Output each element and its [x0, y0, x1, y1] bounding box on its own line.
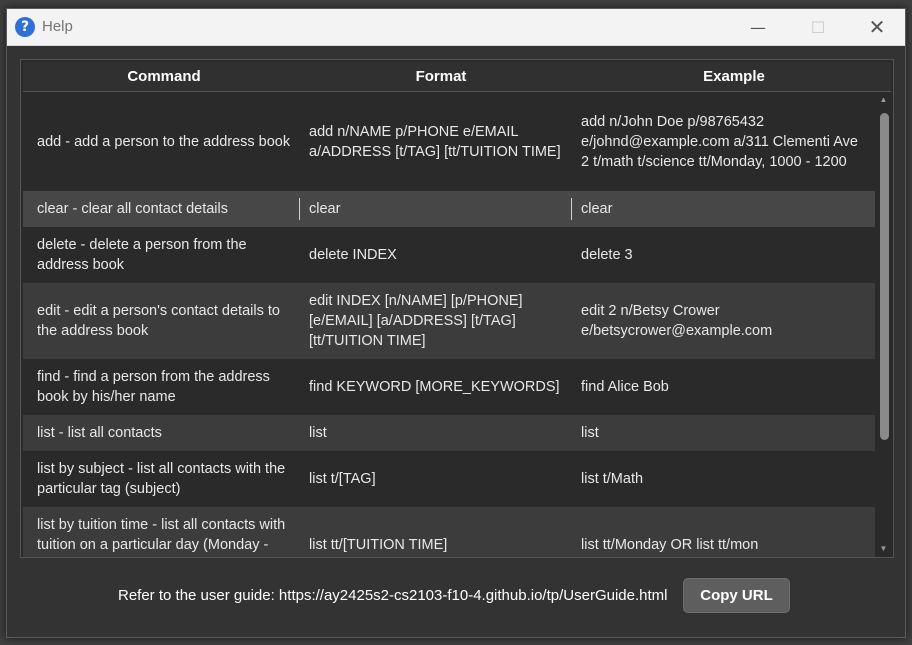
- format-cell: list t/[TAG]: [309, 471, 376, 487]
- format-cell: delete INDEX: [309, 247, 397, 263]
- example-cell: add n/John Doe p/98765432 e/johnd@exampl…: [581, 114, 858, 170]
- table-row[interactable]: edit - edit a person's contact details t…: [23, 283, 875, 359]
- user-guide-text: Refer to the user guide: https://ay2425s…: [118, 587, 668, 604]
- window-title: Help: [42, 18, 73, 35]
- minimize-button[interactable]: —: [729, 9, 787, 46]
- command-table: Command Format Example add - add a perso…: [20, 59, 894, 558]
- format-cell: list tt/[TUITION TIME]: [309, 537, 448, 553]
- format-cell: clear: [309, 201, 341, 217]
- title-bar: ? Help — ☐ ✕: [7, 9, 905, 46]
- table-row[interactable]: list - list all contacts list list: [23, 415, 875, 451]
- command-cell: add - add a person to the address book: [37, 134, 291, 150]
- command-cell: delete - delete a person from the addres…: [37, 237, 247, 273]
- format-cell: list: [309, 425, 327, 441]
- example-cell: list t/Math: [581, 471, 644, 487]
- column-header-example[interactable]: Example: [577, 62, 891, 92]
- example-cell: find Alice Bob: [581, 379, 669, 395]
- cell-divider: [299, 198, 300, 220]
- column-header-command[interactable]: Command: [23, 62, 305, 92]
- table-row[interactable]: clear - clear all contact details clear …: [23, 191, 875, 227]
- command-cell: find - find a person from the address bo…: [37, 369, 270, 405]
- example-cell: edit 2 n/Betsy Crower e/betsycrower@exam…: [581, 303, 773, 339]
- copy-url-button[interactable]: Copy URL: [683, 578, 790, 613]
- format-cell: edit INDEX [n/NAME] [p/PHONE] [e/EMAIL] …: [309, 293, 523, 349]
- command-cell: edit - edit a person's contact details t…: [37, 303, 280, 339]
- table-row[interactable]: find - find a person from the address bo…: [23, 359, 875, 415]
- help-icon: ?: [15, 17, 35, 37]
- maximize-button[interactable]: ☐: [789, 9, 847, 46]
- command-cell: list - list all contacts: [37, 425, 162, 441]
- example-cell: list tt/Monday OR list tt/mon: [581, 537, 759, 553]
- table-row[interactable]: list by tuition time - list all contacts…: [23, 507, 875, 557]
- command-cell: list by tuition time - list all contacts…: [37, 517, 286, 553]
- format-cell: find KEYWORD [MORE_KEYWORDS]: [309, 379, 560, 395]
- table-row[interactable]: add - add a person to the address book a…: [23, 93, 875, 191]
- command-cell: list by subject - list all contacts with…: [37, 461, 286, 497]
- example-cell: clear: [581, 201, 613, 217]
- cell-divider: [571, 198, 572, 220]
- command-cell: clear - clear all contact details: [37, 201, 228, 217]
- vertical-scrollbar[interactable]: ▲ ▼: [876, 93, 891, 557]
- example-cell: list: [581, 425, 599, 441]
- close-button[interactable]: ✕: [848, 9, 905, 46]
- example-cell: delete 3: [581, 247, 633, 263]
- table-header: Command Format Example: [23, 62, 891, 92]
- scroll-down-icon[interactable]: ▼: [879, 545, 888, 553]
- help-window: ? Help — ☐ ✕ Command Format Example add …: [6, 8, 906, 638]
- table-row[interactable]: list by subject - list all contacts with…: [23, 451, 875, 507]
- scroll-thumb[interactable]: [880, 113, 889, 440]
- format-cell: add n/NAME p/PHONE e/EMAIL a/ADDRESS [t/…: [309, 124, 561, 160]
- column-header-format[interactable]: Format: [305, 62, 577, 92]
- scroll-up-icon[interactable]: ▲: [879, 96, 888, 104]
- table-body: add - add a person to the address book a…: [23, 93, 875, 557]
- table-row[interactable]: delete - delete a person from the addres…: [23, 227, 875, 283]
